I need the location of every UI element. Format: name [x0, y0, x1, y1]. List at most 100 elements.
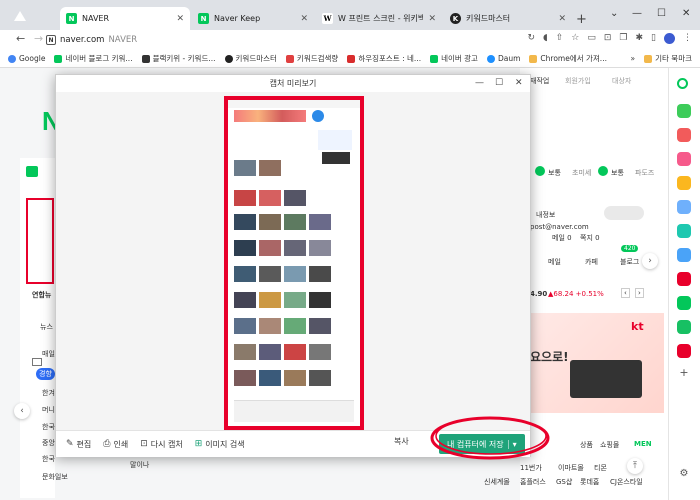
edit-button[interactable]: ✎ 편집 — [66, 439, 91, 450]
bookmark-chrome-import[interactable]: Chrome에서 가져... — [529, 53, 607, 64]
maximize-icon[interactable]: ☐ — [495, 78, 503, 88]
minimize-icon[interactable]: — — [475, 78, 484, 88]
note-count[interactable]: 쪽지 0 — [580, 233, 600, 243]
news-item[interactable]: 한국 — [42, 422, 55, 432]
keep-icon[interactable] — [677, 320, 691, 334]
bookmark-keyword-master[interactable]: 키워드마스터 — [224, 53, 277, 64]
image-search-button[interactable]: ⊞ 이미지 검색 — [195, 439, 245, 450]
news-section-left[interactable]: 연합뉴 — [32, 290, 51, 300]
tab-naver[interactable]: N NAVER ✕ — [60, 7, 190, 30]
close-icon[interactable]: ✕ — [558, 14, 566, 24]
news-item[interactable]: 경향 — [36, 368, 55, 380]
extension-icon[interactable]: ✱ — [636, 33, 644, 44]
news-item[interactable]: 한겨 — [42, 388, 55, 398]
shop-link[interactable]: 홈플러스 — [520, 477, 546, 487]
forward-icon[interactable]: → — [34, 32, 43, 45]
avatar[interactable] — [664, 33, 675, 44]
sidebar-icon[interactable]: ▯ — [651, 33, 656, 44]
bookmark-naver-ad[interactable]: 네이버 광고 — [430, 53, 478, 64]
reload-icon[interactable]: ↻ — [527, 33, 535, 44]
bookmark-icon[interactable] — [677, 152, 691, 166]
share-icon[interactable]: ⇧ — [556, 33, 564, 44]
url-field[interactable]: N naver.com NAVER — [46, 33, 506, 47]
tab-keyword-master[interactable]: K 키워드마스터 ✕ — [444, 7, 572, 30]
screenshot-icon[interactable]: ⊡ — [604, 33, 612, 44]
phone-icon[interactable] — [677, 104, 691, 118]
ad-banner-left[interactable] — [26, 198, 54, 284]
close-icon[interactable]: ✕ — [515, 78, 523, 88]
bookmark-blog[interactable]: 네이버 블로그 키워... — [54, 53, 133, 64]
top-link[interactable]: 회원가입 — [565, 76, 591, 86]
add-icon[interactable]: + — [677, 366, 691, 380]
news-item[interactable]: 머니 — [42, 405, 55, 415]
news-item[interactable]: 중앙 — [42, 438, 55, 448]
shop-link[interactable]: 11번가 — [520, 463, 542, 473]
close-icon[interactable]: ✕ — [176, 14, 184, 24]
ad-close-icon[interactable] — [32, 358, 42, 366]
star-icon[interactable]: ☆ — [571, 33, 579, 44]
tab-cafe[interactable]: 카페 — [585, 257, 598, 267]
bookmark-blackkiwi[interactable]: 블랙키위 - 키워드... — [141, 53, 216, 64]
bookmark-other[interactable]: 기타 북마크 — [644, 53, 692, 64]
top-link[interactable]: 대상자 — [612, 76, 631, 86]
copy-icon[interactable]: ❐ — [619, 33, 627, 44]
prev-icon[interactable]: ‹ — [621, 288, 630, 298]
logout-button[interactable] — [604, 206, 644, 220]
mail-count[interactable]: 메일 0 — [552, 233, 572, 243]
shop-link[interactable]: 신세계몰 — [484, 477, 510, 487]
news-item-culture[interactable]: 문화일보 — [42, 472, 68, 482]
gallery-icon[interactable] — [677, 200, 691, 214]
shopping-icon[interactable] — [677, 272, 691, 286]
shop-link[interactable]: 이마트몰 — [558, 463, 584, 473]
scroll-right-icon[interactable]: › — [642, 253, 658, 269]
news-item[interactable]: 한국 — [42, 454, 55, 464]
bookmark-daum[interactable]: Daum — [486, 54, 520, 63]
chevron-down-icon[interactable]: ⌄ — [610, 8, 618, 19]
more-bookmarks-icon[interactable]: » — [631, 54, 636, 63]
news-item[interactable]: 매일 — [42, 349, 55, 359]
news-tab[interactable]: 뉴스 — [40, 322, 53, 332]
menu-icon[interactable]: ⋮ — [683, 33, 692, 44]
close-icon[interactable]: ✕ — [300, 14, 308, 24]
tab-mail[interactable]: 메일 — [548, 257, 561, 267]
next-icon[interactable]: › — [635, 288, 644, 298]
user-icon[interactable] — [677, 248, 691, 262]
window-close-icon[interactable]: ✕ — [682, 8, 690, 19]
tab-wiki[interactable]: W W 프린트 스크린 - 위키백과, 우리 ✕ — [316, 7, 442, 30]
top-link[interactable]: 재작업 — [530, 76, 549, 86]
maximize-icon[interactable]: ☐ — [657, 8, 666, 19]
print-button[interactable]: ⎙ 인쇄 — [103, 439, 128, 450]
news-icon[interactable] — [677, 344, 691, 358]
bookmark-housing[interactable]: 하우징포스트 : 네... — [347, 53, 421, 64]
bookmark-keyword-volume[interactable]: 키워드검색량 — [285, 53, 338, 64]
recapture-button[interactable]: ⊡ 다시 캡처 — [140, 439, 183, 450]
back-icon[interactable]: ← — [16, 32, 25, 45]
camera-icon[interactable]: ▭ — [587, 33, 596, 44]
calendar-icon[interactable] — [677, 128, 691, 142]
shop-link[interactable]: 티몬 — [594, 463, 607, 473]
cloud-icon[interactable] — [677, 224, 691, 238]
chat-icon[interactable] — [677, 296, 691, 310]
chevron-down-icon[interactable]: ▾ — [507, 439, 517, 449]
captured-page-thumbnail[interactable] — [224, 96, 364, 430]
scroll-top-icon[interactable]: ⤒ — [627, 458, 643, 474]
my-info-link[interactable]: 내정보 — [536, 210, 555, 220]
shield-icon[interactable]: ◖ — [543, 33, 548, 44]
shop-link[interactable]: GS샵 — [556, 477, 572, 487]
bottom-news-text[interactable]: 말이나 — [130, 460, 149, 470]
close-icon[interactable]: ✕ — [428, 14, 436, 24]
save-to-computer-button[interactable]: 내 컴퓨터에 저장 ▾ — [439, 434, 525, 454]
shop-link[interactable]: CJ온스타일 — [610, 477, 643, 487]
shopping-tab-men[interactable]: MEN — [634, 440, 652, 448]
minimize-icon[interactable]: — — [632, 8, 642, 19]
shopping-tab[interactable]: 상품 — [580, 440, 593, 450]
tab-blog[interactable]: 블로그 — [620, 257, 639, 267]
tab-naver-keep[interactable]: N Naver Keep ✕ — [192, 7, 314, 30]
search-icon[interactable] — [677, 78, 688, 89]
memo-icon[interactable] — [677, 176, 691, 190]
shopping-tab[interactable]: 쇼핑몰 — [600, 440, 619, 450]
copy-button[interactable]: 복사 — [394, 436, 409, 447]
scroll-left-icon[interactable]: ‹ — [14, 403, 30, 419]
settings-icon[interactable]: ⚙ — [677, 468, 691, 482]
mail-icon[interactable] — [26, 166, 38, 177]
